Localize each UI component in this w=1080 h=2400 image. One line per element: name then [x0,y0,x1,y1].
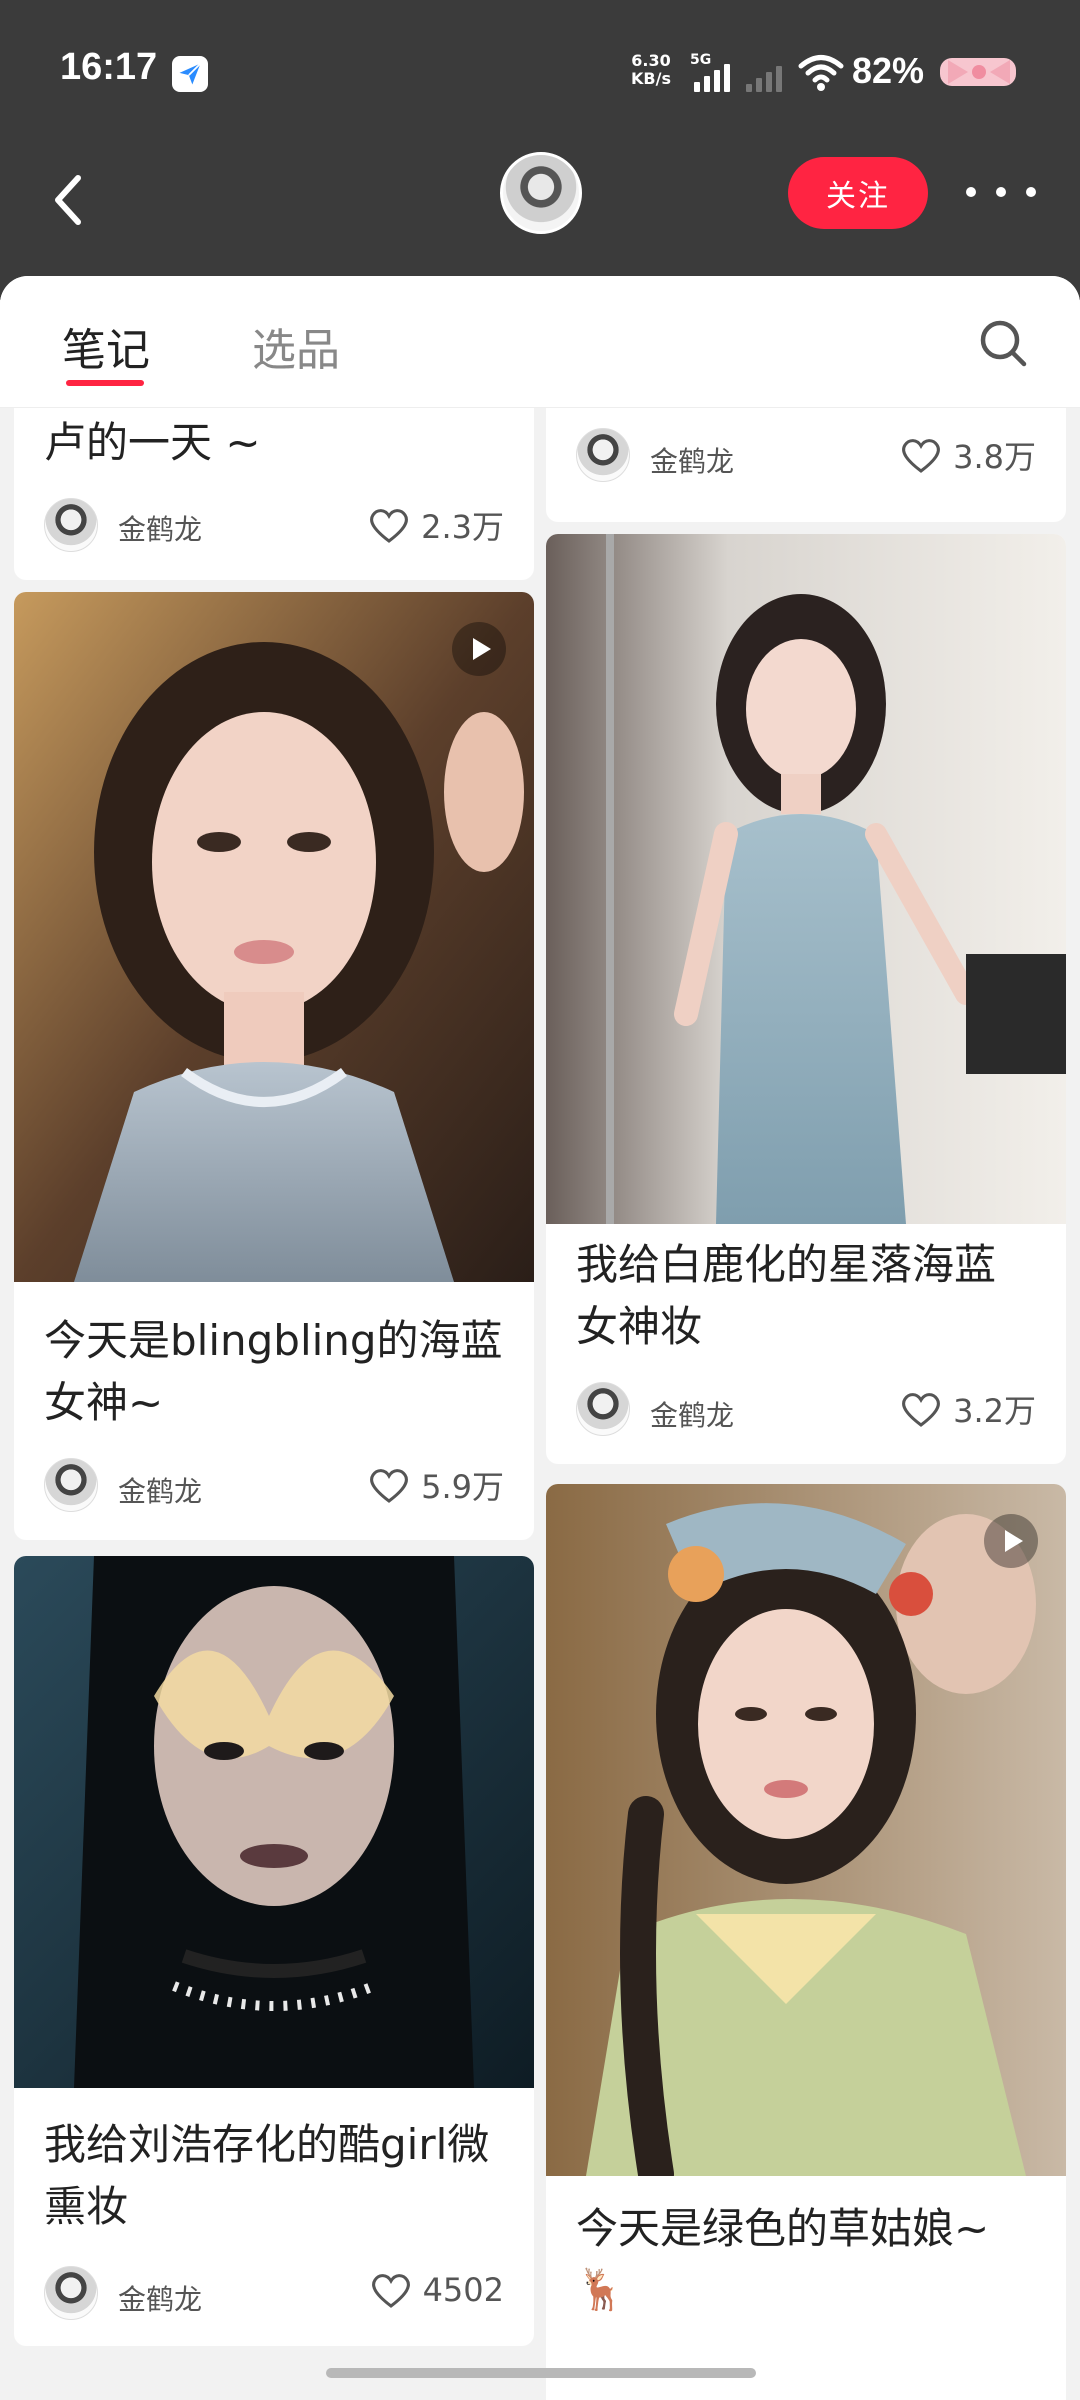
status-bar: 16:17 6.30 KB/s 5G 82% [0,0,1080,140]
tab-products[interactable]: 选品 [252,314,340,378]
author-name[interactable]: 金鹤龙 [650,1394,734,1434]
note-cover-image [14,1556,534,2088]
author-name[interactable]: 金鹤龙 [118,2278,202,2318]
network-speed: 6.30 KB/s [626,52,676,88]
profile-avatar[interactable] [500,152,582,234]
like-count: 3.8万 [953,438,1036,476]
note-card[interactable]: 卢的一天 ~ 金鹤龙 2.3万 [14,408,534,580]
content-sheet: 笔记 选品 卢的一天 ~ 金鹤龙 2.3万 金鹤龙 3.8万 今天是blingb… [0,276,1080,2400]
note-card[interactable]: 我给白鹿化的星落海蓝女神妆 金鹤龙 3.2万 [546,534,1066,1464]
note-card[interactable]: 今天是blingbling的海蓝女神~ 金鹤龙 5.9万 [14,592,534,1540]
like-count: 5.9万 [421,1468,504,1506]
heart-icon [902,1393,941,1427]
video-play-icon [452,622,506,676]
heart-icon [902,439,941,473]
note-title: 我给白鹿化的星落海蓝女神妆 [576,1240,997,1351]
note-cover-image [546,534,1066,1224]
author-avatar[interactable] [576,428,630,482]
author-avatar[interactable] [44,2266,98,2320]
tab-notes[interactable]: 笔记 [62,314,150,378]
note-card[interactable]: 今天是绿色的草姑娘~ 🦌 [546,1484,1066,2400]
heart-icon [371,2274,410,2308]
note-title: 今天是blingbling的海蓝女神~ [44,1316,503,1427]
note-title: 今天是绿色的草姑娘~ [576,2204,990,2253]
more-options-icon[interactable] [966,172,1036,212]
like-count: 4502 [422,2271,504,2309]
heart-icon [370,509,409,543]
note-title: 卢的一天 ~ [44,418,261,467]
author-name[interactable]: 金鹤龙 [118,508,202,548]
follow-button[interactable]: 关注 [788,157,928,229]
note-card[interactable]: 我给刘浩存化的酷girl微熏妆 金鹤龙 4502 [14,1556,534,2346]
battery-percent: 82% [852,50,925,91]
author-name[interactable]: 金鹤龙 [118,1470,202,1510]
wifi-icon [798,55,844,91]
note-cover-image [546,1484,1066,2176]
like-count: 3.2万 [953,1392,1036,1430]
note-card[interactable]: 金鹤龙 3.8万 [546,408,1066,522]
home-indicator[interactable] [326,2368,756,2378]
note-cover-image [14,592,534,1282]
back-icon[interactable] [44,160,94,240]
like-button[interactable]: 2.3万 [367,502,504,548]
author-name[interactable]: 金鹤龙 [650,440,734,480]
cellular-signal-icon: 5G [688,52,734,92]
video-play-icon [984,1514,1038,1568]
status-time: 16:17 [60,46,158,88]
like-button[interactable]: 3.2万 [899,1386,1036,1432]
like-button[interactable]: 4502 [369,2270,504,2310]
network-speed-unit: KB/s [631,69,671,88]
like-button[interactable]: 3.8万 [899,432,1036,478]
note-title: 我给刘浩存化的酷girl微熏妆 [44,2120,490,2231]
active-tab-indicator [66,380,144,386]
search-icon[interactable] [976,316,1032,372]
tab-bar: 笔记 选品 [0,276,1080,408]
heart-icon [370,1469,409,1503]
bow-battery-icon [940,58,1016,86]
paper-plane-icon [172,56,208,92]
author-avatar[interactable] [44,1458,98,1512]
like-button[interactable]: 5.9万 [367,1462,504,1508]
author-avatar[interactable] [44,498,98,552]
network-speed-value: 6.30 [631,51,671,70]
like-count: 2.3万 [421,508,504,546]
deer-emoji: 🦌 [576,2267,626,2313]
author-avatar[interactable] [576,1382,630,1436]
secondary-signal-icon [746,62,786,92]
notes-feed: 卢的一天 ~ 金鹤龙 2.3万 金鹤龙 3.8万 今天是blingbling的海… [0,408,1080,2400]
